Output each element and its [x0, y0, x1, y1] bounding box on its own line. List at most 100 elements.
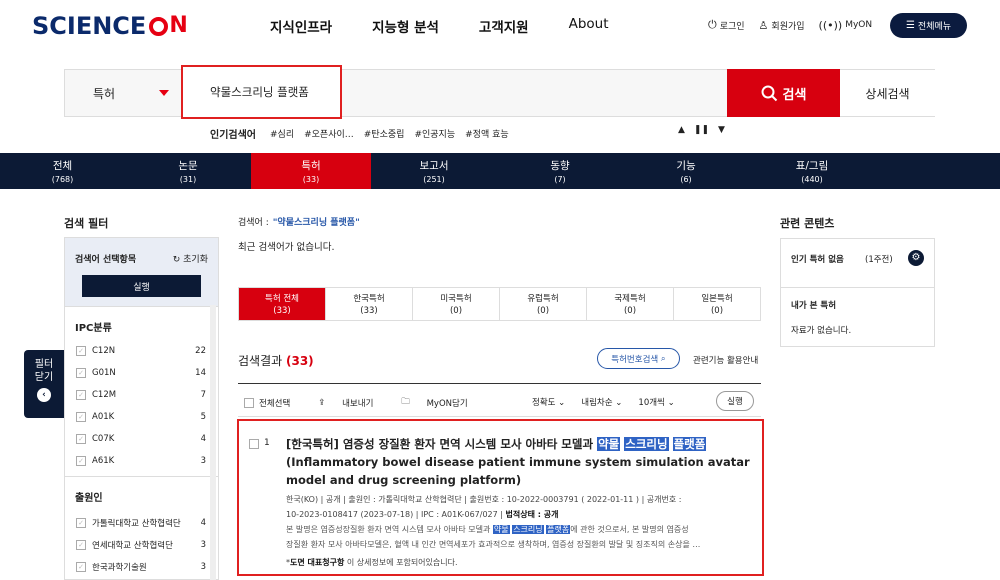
subtab-japan[interactable]: 일본특허 (0): [674, 288, 760, 320]
search-button[interactable]: 검색: [727, 69, 840, 117]
checkbox[interactable]: ✓: [76, 346, 86, 356]
subtab-label: 유럽특허: [527, 294, 559, 304]
ipc-item[interactable]: ✓ G01N 14: [76, 368, 206, 378]
ipc-code: A61K: [92, 456, 115, 466]
checkbox[interactable]: ✓: [76, 434, 86, 444]
tab-trends[interactable]: 동향 (7): [497, 153, 623, 189]
viewed-patents-empty: 자료가 없습니다.: [791, 326, 852, 336]
ipc-item[interactable]: ✓ A61K 3: [76, 456, 206, 466]
util-menu: ⏻ 로그인 ♙ 회원가입 ((•)) MyON: [708, 18, 886, 32]
popular-item[interactable]: #심리: [270, 127, 294, 140]
subtab-count: (0): [449, 306, 463, 316]
result-checkbox[interactable]: [249, 439, 259, 449]
ipc-code: C12N: [92, 346, 116, 356]
checkbox[interactable]: ✓: [76, 412, 86, 422]
popular-item[interactable]: #인공지능: [414, 127, 455, 140]
checkbox[interactable]: ✓: [76, 540, 86, 550]
nav-about[interactable]: About: [569, 16, 609, 36]
subtab-korean[interactable]: 한국특허 (33): [326, 288, 413, 320]
subtab-us[interactable]: 미국특허 (0): [413, 288, 500, 320]
logo[interactable]: SCIENCE N: [32, 12, 188, 40]
tab-papers[interactable]: 논문 (31): [125, 153, 251, 189]
ipc-count: 4: [200, 434, 206, 444]
myon-save-button[interactable]: 🗀 MyON담기: [401, 396, 481, 410]
tab-count: (440): [801, 175, 823, 184]
tab-functions[interactable]: 기능 (6): [623, 153, 749, 189]
ipc-item[interactable]: ✓ C12M 7: [76, 390, 206, 400]
tab-reports[interactable]: 보고서 (251): [371, 153, 497, 189]
sort-order-select[interactable]: 내림차순 ⌄: [581, 396, 622, 408]
popular-item[interactable]: #오픈사이…: [304, 127, 354, 140]
filter-reset-button[interactable]: ↻ 초기화: [173, 252, 208, 265]
checkbox[interactable]: ✓: [76, 368, 86, 378]
category-select[interactable]: 특허: [65, 70, 181, 116]
caret-down-icon: [159, 90, 169, 96]
signup-link[interactable]: ♙ 회원가입: [759, 19, 805, 32]
export-label: 내보내기: [342, 399, 374, 409]
tab-all[interactable]: 전체 (768): [0, 153, 125, 189]
popular-keywords: 인기검색어 #심리 #오픈사이… #탄소중립 #인공지능 #정액 효능: [210, 126, 519, 141]
applicant-count: 4: [200, 518, 206, 528]
nav-intelligent-analysis[interactable]: 지능형 분석: [372, 16, 439, 36]
abstract-line-2: 장질환 환자 모사 아바타모델은, 혈액 내 인간 면역세포가 효과적으로 생착…: [286, 540, 701, 549]
subtab-international[interactable]: 국제특허 (0): [587, 288, 674, 320]
subtab-count: (0): [536, 306, 550, 316]
results-count: (33): [286, 354, 314, 368]
patent-number-search-button[interactable]: 특허번호검색 ⌕: [597, 348, 680, 369]
search-bar: 특허 약물스크리닝 플랫폼 검색 상세검색: [64, 65, 935, 119]
popular-item[interactable]: #정액 효능: [465, 127, 509, 140]
myon-save-label: MyON담기: [426, 399, 468, 409]
tab-patents[interactable]: 특허 (33): [251, 153, 371, 189]
chevron-down-icon[interactable]: ▼: [718, 125, 725, 135]
result-title-link[interactable]: [한국특허] 염증성 장질환 환자 면역 시스템 모사 아바타 모델과 약물 스…: [286, 435, 756, 489]
checkbox[interactable]: [244, 398, 254, 408]
filter-scrollbar[interactable]: [210, 305, 216, 580]
ipc-item[interactable]: ✓ C12N 22: [76, 346, 206, 356]
search-icon: ⌕: [660, 353, 666, 364]
tab-count: (768): [51, 175, 74, 184]
filter-run-button[interactable]: 실행: [82, 275, 201, 297]
select-all[interactable]: 전체선택: [244, 397, 304, 409]
export-button[interactable]: ⇪ 내보내기: [318, 397, 387, 409]
subtab-count: (33): [360, 306, 378, 316]
checkbox[interactable]: ✓: [76, 562, 86, 572]
tab-tables-figures[interactable]: 표/그림 (440): [749, 153, 875, 189]
tab-count: (251): [423, 175, 445, 184]
search-button-label: 검색: [782, 87, 807, 103]
applicant-item[interactable]: ✓ 한국과학기술원 3: [76, 561, 206, 573]
close-filter-button[interactable]: 필터 닫기 ‹: [24, 350, 64, 418]
sort-run-button[interactable]: 실행: [716, 391, 754, 411]
sort-controls: 정확도 ⌄ 내림차순 ⌄ 10개씩 ⌄: [532, 396, 691, 408]
applicant-item[interactable]: ✓ 가톨릭대학교 산학협력단 4: [76, 517, 206, 529]
page-size-select[interactable]: 10개씩 ⌄: [638, 396, 674, 408]
pause-icon[interactable]: ❚❚: [694, 125, 709, 135]
nav-customer-support[interactable]: 고객지원: [479, 16, 529, 36]
subtab-europe[interactable]: 유럽특허 (0): [500, 288, 587, 320]
ipc-item[interactable]: ✓ C07K 4: [76, 434, 206, 444]
header: SCIENCE N 지식인프라 지능형 분석 고객지원 About ⏻ 로그인 ♙…: [0, 0, 1000, 52]
applicant-item[interactable]: ✓ 연세대학교 산학협력단 3: [76, 539, 206, 551]
subtab-count: (0): [623, 306, 637, 316]
myon-link[interactable]: ((•)) MyON: [819, 19, 873, 32]
nav-knowledge-infra[interactable]: 지식인프라: [270, 16, 332, 36]
ipc-count: 7: [200, 390, 206, 400]
tab-count: (33): [302, 175, 320, 184]
highlight: 스크리닝: [624, 437, 669, 451]
sort-accuracy-select[interactable]: 정확도 ⌄: [532, 396, 565, 408]
popular-item[interactable]: #탄소중립: [364, 127, 405, 140]
search-input[interactable]: 약물스크리닝 플랫폼: [181, 65, 342, 119]
chevron-left-icon: ‹: [37, 388, 51, 402]
gear-icon[interactable]: ⚙: [908, 250, 924, 266]
checkbox[interactable]: ✓: [76, 456, 86, 466]
checkbox[interactable]: ✓: [76, 390, 86, 400]
chevron-up-icon[interactable]: ▲: [678, 125, 685, 135]
advanced-search-button[interactable]: 상세검색: [840, 70, 935, 116]
all-menu-button[interactable]: ☰ 전체메뉴: [890, 13, 967, 38]
checkbox[interactable]: ✓: [76, 518, 86, 528]
divider: [238, 383, 761, 384]
login-link[interactable]: ⏻ 로그인: [708, 18, 745, 32]
feature-guide-link[interactable]: 관련기능 활용안내: [693, 354, 758, 366]
subtab-all-patents[interactable]: 특허 전체 (33): [239, 288, 326, 320]
ipc-count: 3: [200, 456, 206, 466]
ipc-item[interactable]: ✓ A01K 5: [76, 412, 206, 422]
